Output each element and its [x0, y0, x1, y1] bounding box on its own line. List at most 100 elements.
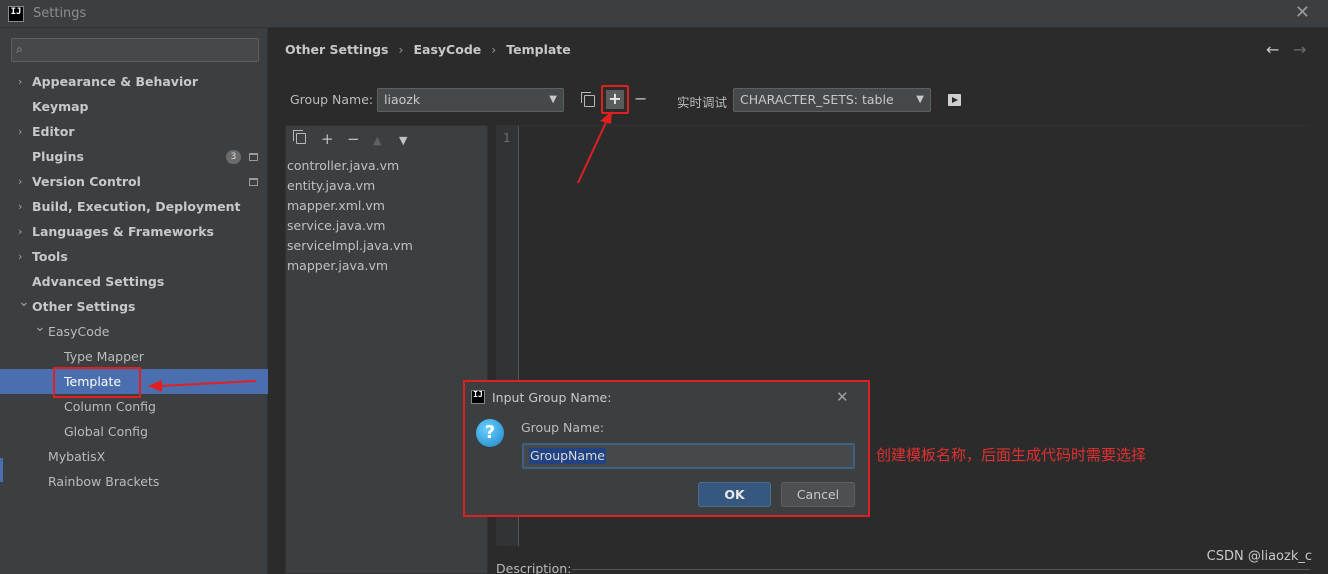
- sidebar-item-label: Rainbow Brackets: [48, 474, 160, 489]
- sidebar-item-label: Tools: [32, 249, 68, 264]
- description-label: Description:: [496, 561, 572, 574]
- sidebar-item[interactable]: Column Config: [0, 394, 268, 419]
- sidebar-item-label: EasyCode: [48, 324, 110, 339]
- search-icon: ⌕: [16, 42, 23, 56]
- line-number: 1: [503, 131, 511, 145]
- chevron-right-icon[interactable]: ›: [18, 119, 22, 144]
- move-up-icon[interactable]: ▲: [373, 133, 381, 149]
- annotation-note: 创建模板名称，后面生成代码时需要选择: [876, 446, 1147, 464]
- plus-icon: +: [606, 90, 624, 109]
- run-debug-icon[interactable]: [948, 94, 961, 106]
- chevron-down-icon: ▼: [549, 94, 557, 105]
- remove-file-button[interactable]: −: [347, 131, 360, 147]
- close-icon[interactable]: ✕: [1295, 4, 1310, 22]
- add-group-button[interactable]: +: [601, 85, 629, 114]
- settings-sidebar: ⌕ › Appearance & Behavior Keymap › Editor Plu…: [0, 28, 268, 574]
- window-title: Settings: [33, 6, 87, 21]
- dialog-title: Input Group Name:: [492, 390, 612, 405]
- cancel-button[interactable]: Cancel: [781, 482, 855, 507]
- sidebar-item[interactable]: › Editor: [0, 119, 268, 144]
- close-icon[interactable]: ✕: [836, 388, 849, 406]
- ok-button[interactable]: OK: [698, 482, 771, 507]
- sidebar-item[interactable]: › Languages & Frameworks: [0, 219, 268, 244]
- file-list-item[interactable]: service.java.vm: [287, 216, 413, 236]
- sidebar-item[interactable]: Type Mapper: [0, 344, 268, 369]
- sidebar-item-label: MybatisX: [48, 449, 106, 464]
- group-name-label: Group Name:: [290, 92, 374, 107]
- sidebar-item[interactable]: Global Config: [0, 419, 268, 444]
- group-name-input-value: GroupName: [529, 448, 606, 464]
- copy-group-button[interactable]: [581, 92, 595, 107]
- file-list-item[interactable]: controller.java.vm: [287, 156, 413, 176]
- sidebar-item[interactable]: › Build, Execution, Deployment: [0, 194, 268, 219]
- add-file-button[interactable]: +: [321, 131, 334, 147]
- sidebar-item[interactable]: ⌄ EasyCode: [0, 319, 268, 344]
- group-name-value: liaozk: [384, 92, 421, 107]
- sidebar-item[interactable]: MybatisX: [0, 444, 268, 469]
- sidebar-item-label: Plugins: [32, 149, 84, 164]
- realtime-debug-select[interactable]: CHARACTER_SETS: table ▼: [733, 88, 931, 112]
- copy-icon: [293, 130, 306, 144]
- file-list-item[interactable]: mapper.java.vm: [287, 256, 413, 276]
- group-name-select[interactable]: liaozk ▼: [377, 88, 564, 112]
- breadcrumb: Other Settings › EasyCode › Template: [285, 42, 571, 60]
- sidebar-item-label: Type Mapper: [64, 349, 144, 364]
- breadcrumb-separator-icon: ›: [491, 42, 497, 57]
- chevron-down-icon[interactable]: ⌄: [34, 315, 46, 340]
- remove-group-button[interactable]: −: [634, 91, 647, 107]
- intellij-logo-icon: IJ: [8, 5, 24, 22]
- file-list-item[interactable]: entity.java.vm: [287, 176, 413, 196]
- settings-search[interactable]: ⌕: [11, 38, 259, 62]
- template-file-panel: + − ▲ ▼ controller.java.vm entity.java.vm…: [285, 125, 488, 574]
- move-down-icon[interactable]: ▼: [399, 133, 407, 149]
- file-list-item[interactable]: serviceImpl.java.vm: [287, 236, 413, 256]
- project-settings-icon: [249, 178, 258, 186]
- update-count-badge: 3: [226, 150, 241, 164]
- sidebar-item[interactable]: Plugins 3: [0, 144, 268, 169]
- sidebar-item-label: Column Config: [64, 399, 156, 414]
- input-group-name-dialog: IJ Input Group Name: ✕ ? Group Name: Gro…: [463, 380, 870, 517]
- breadcrumb-item[interactable]: EasyCode: [414, 42, 482, 60]
- file-list-item[interactable]: mapper.xml.vm: [287, 196, 413, 216]
- sidebar-item[interactable]: › Tools: [0, 244, 268, 269]
- chevron-down-icon: ▼: [916, 94, 924, 105]
- sidebar-item[interactable]: Advanced Settings: [0, 269, 268, 294]
- question-icon: ?: [476, 419, 504, 447]
- copy-file-button[interactable]: [293, 130, 306, 144]
- breadcrumb-separator-icon: ›: [398, 42, 404, 57]
- description-divider: [572, 569, 1310, 570]
- watermark: CSDN @liaozk_c: [1206, 549, 1312, 564]
- settings-tree: › Appearance & Behavior Keymap › Editor Plugi…: [0, 69, 268, 494]
- group-name-field-label: Group Name:: [521, 420, 605, 435]
- breadcrumb-item: Template: [506, 42, 571, 57]
- copy-icon: [581, 92, 595, 107]
- forward-arrow-icon[interactable]: →: [1293, 40, 1306, 59]
- intellij-logo-icon: IJ: [471, 390, 485, 404]
- sidebar-item[interactable]: › Appearance & Behavior: [0, 69, 268, 94]
- back-arrow-icon[interactable]: ←: [1266, 40, 1279, 59]
- chevron-down-icon[interactable]: ⌄: [18, 290, 30, 315]
- group-name-input[interactable]: GroupName: [522, 443, 855, 469]
- sidebar-item[interactable]: Rainbow Brackets: [0, 469, 268, 494]
- sidebar-item-label: Appearance & Behavior: [32, 74, 198, 89]
- file-toolbar: + − ▲ ▼: [286, 126, 489, 154]
- file-list: controller.java.vm entity.java.vm mapper.x…: [287, 156, 413, 276]
- realtime-debug-value: CHARACTER_SETS: table: [740, 92, 894, 107]
- sidebar-item[interactable]: Keymap: [0, 94, 268, 119]
- chevron-right-icon[interactable]: ›: [18, 219, 22, 244]
- chevron-right-icon[interactable]: ›: [18, 69, 22, 94]
- sidebar-item-label: Advanced Settings: [32, 274, 165, 289]
- sidebar-item-label: Global Config: [64, 424, 148, 439]
- sidebar-item-label: Keymap: [32, 99, 89, 114]
- sidebar-item-label: Languages & Frameworks: [32, 224, 214, 239]
- project-settings-icon: [249, 153, 258, 161]
- sidebar-item[interactable]: › Version Control: [0, 169, 268, 194]
- chevron-right-icon[interactable]: ›: [18, 169, 22, 194]
- sidebar-item-label: Version Control: [32, 174, 141, 189]
- chevron-right-icon[interactable]: ›: [18, 194, 22, 219]
- chevron-right-icon[interactable]: ›: [18, 244, 22, 269]
- search-input[interactable]: [34, 41, 254, 59]
- realtime-debug-label: 实时调试: [677, 95, 728, 110]
- breadcrumb-item[interactable]: Other Settings: [285, 42, 389, 60]
- sidebar-item[interactable]: Template: [0, 369, 268, 394]
